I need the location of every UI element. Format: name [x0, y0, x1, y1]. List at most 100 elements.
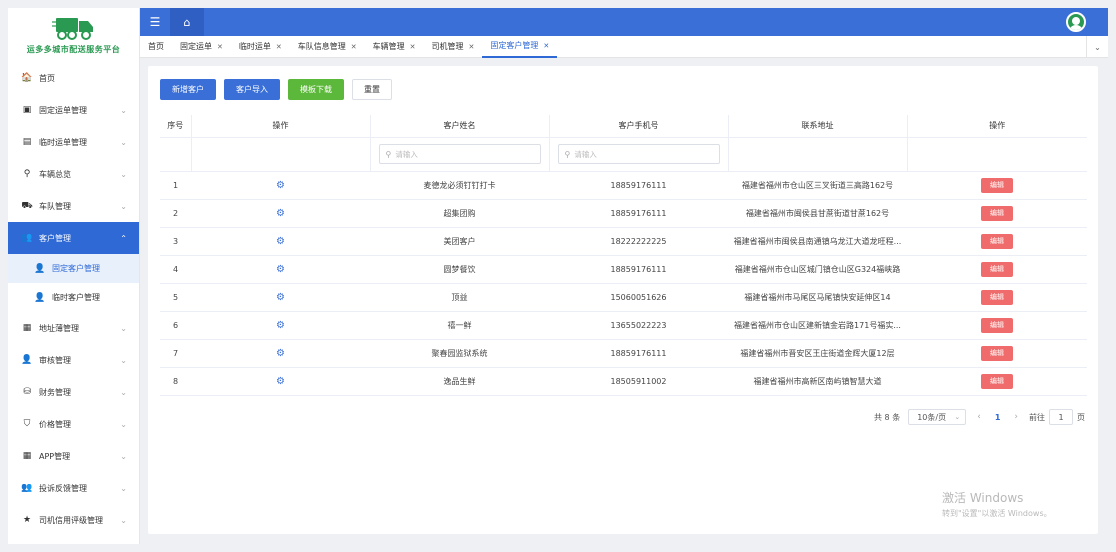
edit-button[interactable]: 编辑	[981, 205, 1013, 221]
customer-address: 福建省福州市仓山区建新镇金岩路171号福实...	[728, 311, 907, 340]
edit-button[interactable]: 编辑	[981, 373, 1013, 389]
sidebar-item-7[interactable]: 👤 审核管理 ⌄	[8, 344, 139, 376]
tab-6[interactable]: 固定客户管理 ✕	[482, 36, 558, 58]
gear-icon[interactable]: ⚙	[276, 348, 285, 359]
star-icon: ★	[22, 515, 32, 525]
tab-4[interactable]: 车辆管理 ✕	[365, 36, 424, 58]
tab-1[interactable]: 固定运单 ✕	[172, 36, 231, 58]
search-icon: ⚲	[385, 149, 392, 159]
row-index: 3	[160, 227, 191, 256]
edit-button[interactable]: 编辑	[981, 345, 1013, 361]
gear-icon[interactable]: ⚙	[276, 264, 285, 275]
logo[interactable]: 运多多城市配送服务平台	[8, 8, 139, 62]
close-icon[interactable]: ✕	[469, 43, 475, 51]
reset-button[interactable]: 重置	[352, 79, 392, 100]
sidebar-item-label: 客户管理	[39, 233, 71, 243]
table-row: 6 ⚙ 禧一鲜 13655022223 福建省福州市仓山区建新镇金岩路171号福实...…	[160, 311, 1087, 340]
truck-logo-icon	[51, 17, 93, 40]
chevron-down-icon: ⌄	[120, 451, 127, 461]
sidebar-item-3[interactable]: ⚲ 车辆总览 ⌄	[8, 158, 139, 190]
gear-icon[interactable]: ⚙	[276, 376, 285, 387]
add-customer-button[interactable]: 新增客户	[160, 79, 216, 100]
edit-button[interactable]: 编辑	[981, 289, 1013, 305]
chevron-up-icon: ⌃	[120, 233, 127, 243]
name-filter-placeholder: 请输入	[395, 149, 418, 159]
tab-bar: 首页 固定运单 ✕ 临时运单 ✕ 车队信息管理 ✕ 车辆管理 ✕ 司机管理 ✕ 固定客户管理 ✕ ⌄	[140, 36, 1108, 58]
chevron-down-icon: ⌄	[954, 413, 961, 421]
edit-button[interactable]: 编辑	[981, 177, 1013, 193]
sidebar-item-9[interactable]: ⛉ 价格管理 ⌄	[8, 408, 139, 440]
sidebar-item-6[interactable]: ▦ 地址薄管理 ⌄	[8, 312, 139, 344]
customer-name: 超集团购	[370, 199, 549, 228]
goto-page-input[interactable]: 1	[1049, 409, 1073, 425]
row-index: 5	[160, 283, 191, 312]
gear-icon[interactable]: ⚙	[276, 208, 285, 219]
file-icon: ▤	[22, 137, 32, 147]
sidebar-subitem-label: 固定客户管理	[52, 264, 100, 273]
close-icon[interactable]: ✕	[276, 43, 282, 51]
gear-icon[interactable]: ⚙	[276, 320, 285, 331]
gear-icon[interactable]: ⚙	[276, 180, 285, 191]
col-header-name: 客户姓名	[370, 115, 550, 138]
tab-2[interactable]: 临时运单 ✕	[231, 36, 290, 58]
sidebar-item-label: 地址薄管理	[39, 323, 79, 333]
chevron-down-icon: ⌄	[120, 105, 127, 115]
close-icon[interactable]: ✕	[410, 43, 416, 51]
close-icon[interactable]: ✕	[543, 42, 549, 50]
edit-button[interactable]: 编辑	[981, 233, 1013, 249]
table-row: 2 ⚙ 超集团购 18859176111 福建省福州市闽侯县甘蔗街道甘蔗162号 编辑	[160, 199, 1087, 228]
sidebar-item-8[interactable]: ⛁ 财务管理 ⌄	[8, 376, 139, 408]
tab-0[interactable]: 首页	[140, 36, 172, 58]
home-icon: 🏠	[21, 73, 33, 83]
user-icon: 👤	[34, 263, 46, 274]
tab-label: 首页	[148, 42, 164, 51]
col-header-operations: 操作	[907, 115, 1087, 138]
sidebar-item-4[interactable]: ⛟ 车队管理 ⌄	[8, 190, 139, 222]
gear-icon[interactable]: ⚙	[276, 292, 285, 303]
sidebar-item-2[interactable]: ▤ 临时运单管理 ⌄	[8, 126, 139, 158]
sidebar-subitem-1[interactable]: 👤 临时客户管理	[8, 283, 139, 312]
import-customer-button[interactable]: 客户导入	[224, 79, 280, 100]
page-size-select[interactable]: 10条/页 ⌄	[908, 409, 967, 425]
prev-page-icon[interactable]: ‹	[974, 412, 984, 422]
close-icon[interactable]: ✕	[351, 43, 357, 51]
sidebar-item-label: 固定运单管理	[39, 105, 87, 115]
phone-filter-input[interactable]: ⚲ 请输入	[557, 144, 720, 164]
user-avatar[interactable]	[1066, 12, 1086, 32]
sidebar-item-label: 车辆总览	[39, 169, 71, 179]
sidebar-item-12[interactable]: ★ 司机信用评级管理 ⌄	[8, 504, 139, 536]
edit-button[interactable]: 编辑	[981, 317, 1013, 333]
total-count: 共 8 条	[874, 412, 901, 422]
row-index: 6	[160, 311, 191, 340]
page-number[interactable]: 1	[992, 413, 1004, 422]
sidebar-item-10[interactable]: ▦ APP管理 ⌄	[8, 440, 139, 472]
close-icon[interactable]: ✕	[217, 43, 223, 51]
template-download-button[interactable]: 模板下载	[288, 79, 344, 100]
sidebar-item-0[interactable]: 🏠 首页	[8, 62, 139, 94]
col-header-index: 序号	[160, 115, 192, 138]
customer-address: 福建省福州市马尾区马尾镇快安延伸区14	[728, 283, 907, 312]
customer-phone: 18859176111	[549, 199, 728, 228]
grid-icon: ▦	[22, 451, 32, 461]
sidebar-item-5[interactable]: 👥 客户管理 ⌃	[8, 222, 139, 254]
hamburger-menu-icon[interactable]: ☰	[140, 8, 170, 36]
sidebar-item-1[interactable]: ▣ 固定运单管理 ⌄	[8, 94, 139, 126]
customer-phone: 18859176111	[549, 255, 728, 284]
filter-row: ⚲ 请输入 ⚲ 请输入	[160, 137, 1087, 172]
sidebar-subitem-0[interactable]: 👤 固定客户管理	[8, 254, 139, 283]
sidebar-item-11[interactable]: 👥 投诉反馈管理 ⌄	[8, 472, 139, 504]
tab-5[interactable]: 司机管理 ✕	[424, 36, 483, 58]
tab-label: 固定运单	[180, 42, 212, 51]
name-filter-input[interactable]: ⚲ 请输入	[378, 144, 541, 164]
customer-name: 美团客户	[370, 227, 549, 256]
phone-filter-placeholder: 请输入	[574, 149, 597, 159]
chevron-down-icon[interactable]: ⌄	[1086, 36, 1108, 58]
edit-button[interactable]: 编辑	[981, 261, 1013, 277]
gear-icon[interactable]: ⚙	[276, 236, 285, 247]
tab-3[interactable]: 车队信息管理 ✕	[290, 36, 365, 58]
chevron-down-icon: ⌄	[120, 483, 127, 493]
customer-address: 福建省福州市闽侯县南通镇乌龙江大道龙旺程...	[728, 227, 907, 256]
home-icon[interactable]: ⌂	[170, 8, 204, 36]
table-header-row: 序号 操作 客户姓名 客户手机号 联系地址 操作	[160, 115, 1087, 138]
next-page-icon[interactable]: ›	[1011, 412, 1021, 422]
